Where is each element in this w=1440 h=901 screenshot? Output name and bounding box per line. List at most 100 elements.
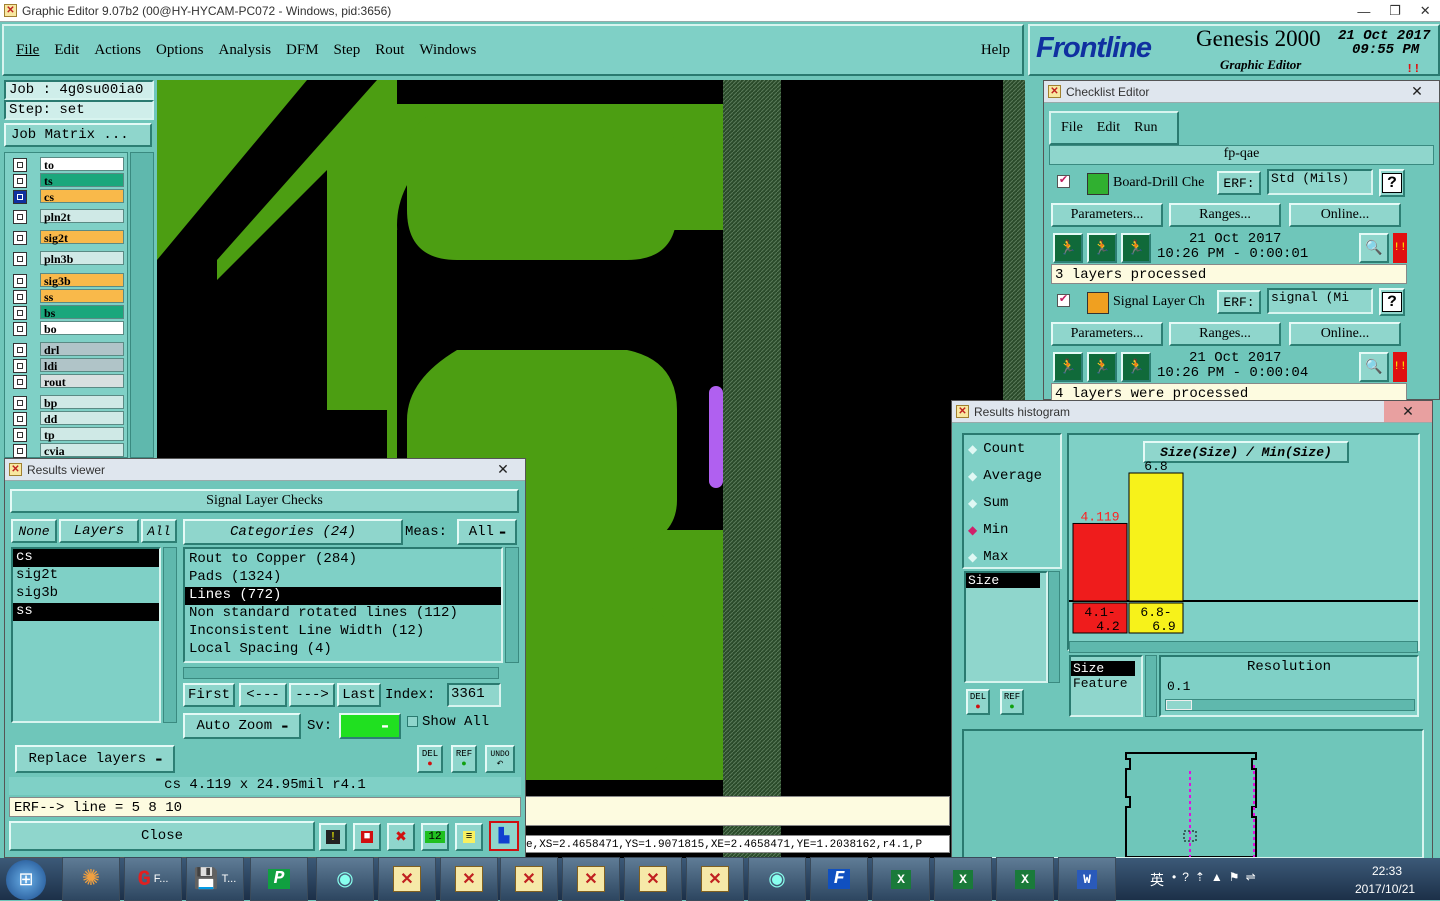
layer-checkbox[interactable] — [13, 428, 27, 442]
zoom-results-button[interactable]: 🔍 — [1359, 352, 1389, 382]
resolution-slider-thumb[interactable] — [1166, 700, 1192, 710]
check-enable-checkbox[interactable]: ✔ — [1057, 175, 1070, 188]
histogram-bar[interactable] — [1072, 522, 1128, 602]
online-button[interactable]: Online... — [1289, 203, 1401, 227]
taskbar-button[interactable]: ✺ — [62, 857, 120, 901]
histogram-option-min[interactable]: ◆ Min — [968, 522, 1008, 538]
category-item[interactable]: Lines (772) — [185, 587, 501, 605]
zoom-results-button[interactable]: 🔍 — [1359, 233, 1389, 263]
layer-item-to[interactable]: to — [40, 157, 124, 172]
stop-button[interactable]: 🏃 — [1121, 233, 1151, 263]
taskbar-button[interactable]: X — [872, 857, 930, 901]
layer-item-cvia[interactable]: cvia — [40, 443, 124, 458]
menu-file[interactable]: File — [16, 42, 39, 59]
layer-item-pln3b[interactable]: pln3b — [40, 251, 124, 266]
tool-compare-button[interactable]: 12 — [421, 823, 449, 851]
check-enable-checkbox[interactable]: ✔ — [1057, 294, 1070, 307]
menu-dfm[interactable]: DFM — [286, 42, 319, 59]
size-list-scrollbar[interactable] — [1048, 571, 1060, 683]
layer-checkbox[interactable] — [13, 343, 27, 357]
last-button[interactable]: Last — [337, 683, 381, 707]
result-layer-item[interactable]: ss — [13, 603, 159, 621]
layer-item-cs[interactable]: cs — [40, 189, 124, 204]
taskbar-button[interactable]: ✕ — [378, 857, 436, 901]
replace-layers-dropdown[interactable]: Replace layers ▬ — [15, 745, 175, 773]
ref-button[interactable]: REF ● — [451, 745, 477, 773]
column-feature[interactable]: Feature — [1071, 676, 1141, 691]
layer-item-rout[interactable]: rout — [40, 374, 124, 389]
run-button[interactable]: 🏃 — [1053, 233, 1083, 263]
layer-checkbox[interactable] — [13, 375, 27, 389]
checklist-menu-edit[interactable]: Edit — [1097, 120, 1120, 136]
menu-step[interactable]: Step — [334, 42, 361, 59]
categories-hscrollbar[interactable] — [183, 667, 499, 679]
chart-hscrollbar[interactable] — [1069, 641, 1418, 653]
menu-options[interactable]: Options — [156, 42, 204, 59]
category-item[interactable]: Non standard rotated lines (112) — [185, 605, 501, 623]
layer-item-sig2t[interactable]: sig2t — [40, 230, 124, 245]
category-item[interactable]: Local Spacing (4) — [185, 641, 501, 659]
histogram-close-icon[interactable]: ✕ — [1384, 401, 1432, 422]
result-layer-item[interactable]: sig3b — [13, 585, 159, 603]
categories-scrollbar[interactable] — [505, 547, 519, 663]
layer-item-ts[interactable]: ts — [40, 173, 124, 188]
layer-item-tp[interactable]: tp — [40, 427, 124, 442]
check-help-button[interactable]: ? — [1379, 169, 1405, 197]
index-input[interactable]: 3361 — [447, 683, 501, 707]
layer-item-ss[interactable]: ss — [40, 289, 124, 304]
run-button[interactable]: 🏃 — [1053, 352, 1083, 382]
histogram-option-max[interactable]: ◆ Max — [968, 549, 1008, 565]
erf-value[interactable]: Std (Mils) — [1267, 169, 1373, 195]
layer-item-bs[interactable]: bs — [40, 305, 124, 320]
job-matrix-button[interactable]: Job Matrix ... — [4, 123, 152, 147]
run-selected-button[interactable]: 🏃 — [1087, 233, 1117, 263]
menu-rout[interactable]: Rout — [375, 42, 404, 59]
taskbar-button[interactable]: ✕ — [500, 857, 558, 901]
layer-checkbox[interactable] — [13, 444, 27, 458]
taskbar-button[interactable]: F — [810, 857, 868, 901]
layer-checkbox[interactable] — [13, 210, 27, 224]
histogram-del-button[interactable]: DEL ● — [966, 689, 990, 715]
ranges-button[interactable]: Ranges... — [1169, 203, 1281, 227]
layer-item-ldi[interactable]: ldi — [40, 358, 124, 373]
minimize-icon[interactable]: — — [1357, 4, 1370, 19]
resolution-slider[interactable] — [1165, 699, 1415, 711]
maximize-icon[interactable]: ❐ — [1389, 3, 1401, 19]
close-icon[interactable]: ✕ — [1420, 3, 1431, 19]
categories-button[interactable]: Categories (24) — [183, 519, 403, 545]
next-button[interactable]: ---> — [289, 683, 335, 707]
category-item[interactable]: Rout to Copper (284) — [185, 551, 501, 569]
results-close-icon[interactable]: ✕ — [481, 459, 525, 480]
first-button[interactable]: First — [183, 683, 235, 707]
del-button[interactable]: DEL ● — [417, 745, 443, 773]
layer-item-sig3b[interactable]: sig3b — [40, 273, 124, 288]
taskbar-button[interactable]: ✕ — [686, 857, 744, 901]
taskbar-button[interactable]: ✕ — [562, 857, 620, 901]
result-layer-scrollbar[interactable] — [163, 547, 177, 723]
none-button[interactable]: None — [11, 519, 57, 543]
parameters-button[interactable]: Parameters... — [1051, 203, 1163, 227]
size-list-item[interactable]: Size — [966, 573, 1040, 588]
menu-analysis[interactable]: Analysis — [219, 42, 272, 59]
layer-item-bo[interactable]: bo — [40, 321, 124, 336]
layer-checkbox[interactable] — [13, 158, 27, 172]
layer-checkbox[interactable] — [13, 306, 27, 320]
layer-item-bp[interactable]: bp — [40, 395, 124, 410]
column-size[interactable]: Size — [1071, 661, 1135, 676]
histogram-ref-button[interactable]: REF ● — [1000, 689, 1024, 715]
erf-button[interactable]: ERF: — [1217, 171, 1261, 195]
parameters-button[interactable]: Parameters... — [1051, 322, 1163, 346]
ranges-button[interactable]: Ranges... — [1169, 322, 1281, 346]
checklist-menu-file[interactable]: File — [1061, 120, 1083, 136]
result-layer-item[interactable]: cs — [13, 549, 159, 567]
check-help-button[interactable]: ? — [1379, 288, 1405, 316]
layer-item-pln2t[interactable]: pln2t — [40, 209, 124, 224]
result-layer-item[interactable]: sig2t — [13, 567, 159, 585]
layer-scrollbar[interactable] — [130, 152, 154, 458]
taskbar-button[interactable]: X — [996, 857, 1054, 901]
histogram-option-sum[interactable]: ◆ Sum — [968, 495, 1008, 511]
menu-actions[interactable]: Actions — [94, 42, 141, 59]
show-all-checkbox[interactable] — [407, 716, 418, 727]
menu-edit[interactable]: Edit — [54, 42, 79, 59]
category-item[interactable]: Pads (1324) — [185, 569, 501, 587]
